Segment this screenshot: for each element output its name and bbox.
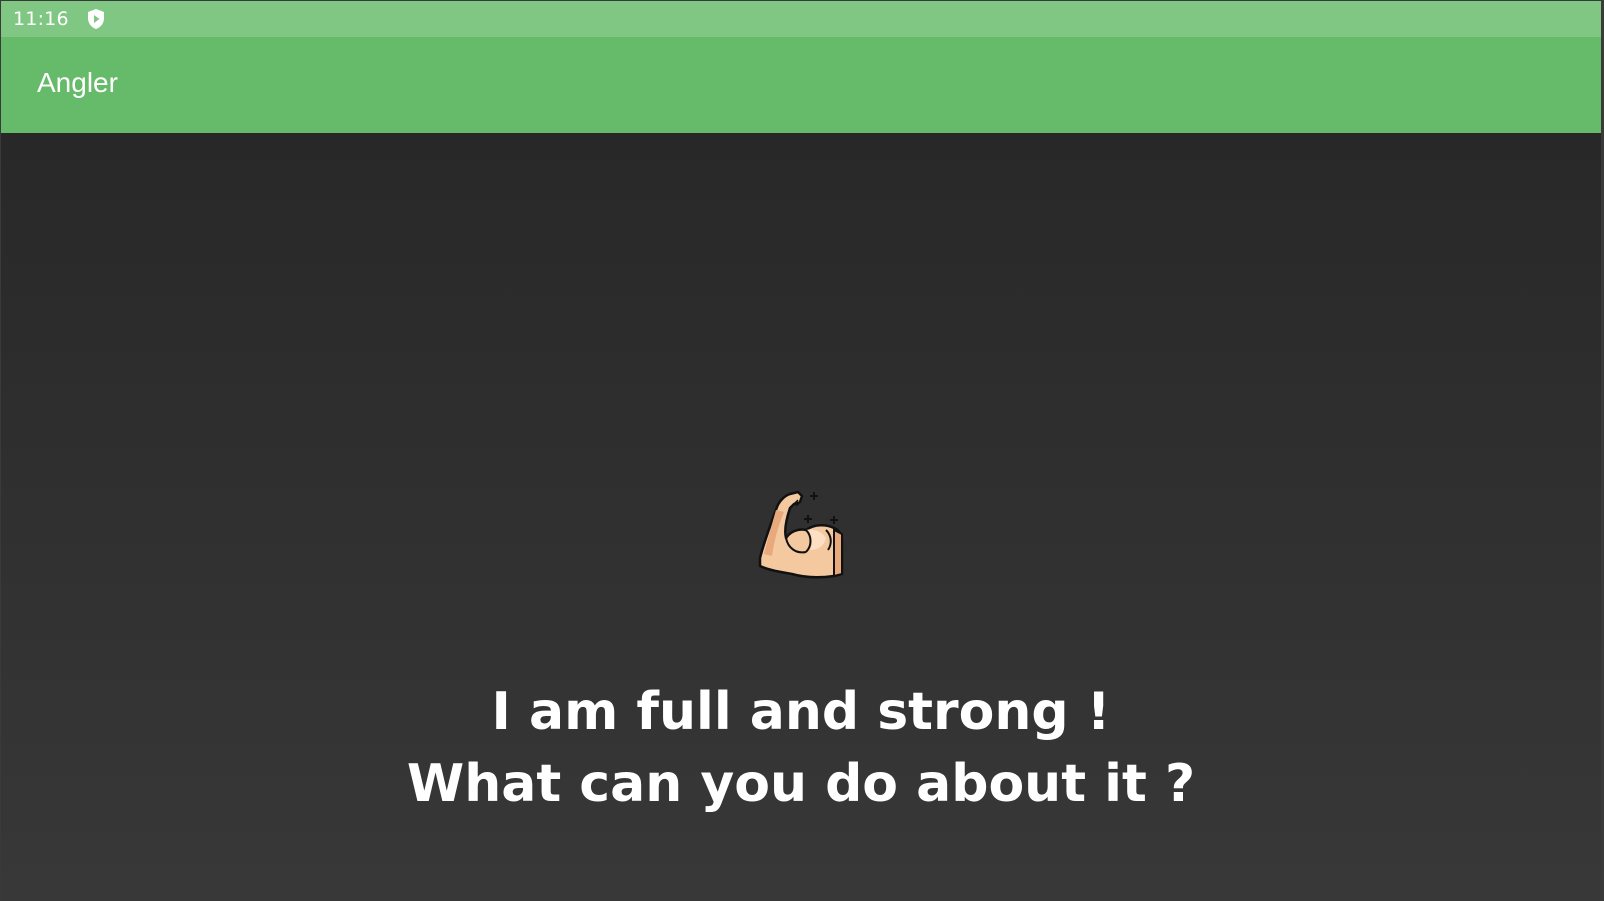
message-line-1: I am full and strong ! xyxy=(491,682,1111,742)
app-bar: Angler xyxy=(1,37,1601,133)
flexed-biceps-icon xyxy=(754,490,848,582)
status-bar: 11:16 xyxy=(1,1,1601,37)
message-line-2: What can you do about it ? xyxy=(406,754,1196,814)
app-title: Angler xyxy=(37,67,118,98)
status-time: 11:16 xyxy=(13,8,69,30)
main-content: I am full and strong ! What can you do a… xyxy=(1,133,1601,901)
shield-play-icon xyxy=(86,8,106,30)
status-message: I am full and strong ! What can you do a… xyxy=(1,676,1601,820)
app-window: 11:16 Angler I am full and strong ! What… xyxy=(1,1,1601,901)
screen: 11:16 Angler I am full and strong ! What… xyxy=(0,0,1604,901)
